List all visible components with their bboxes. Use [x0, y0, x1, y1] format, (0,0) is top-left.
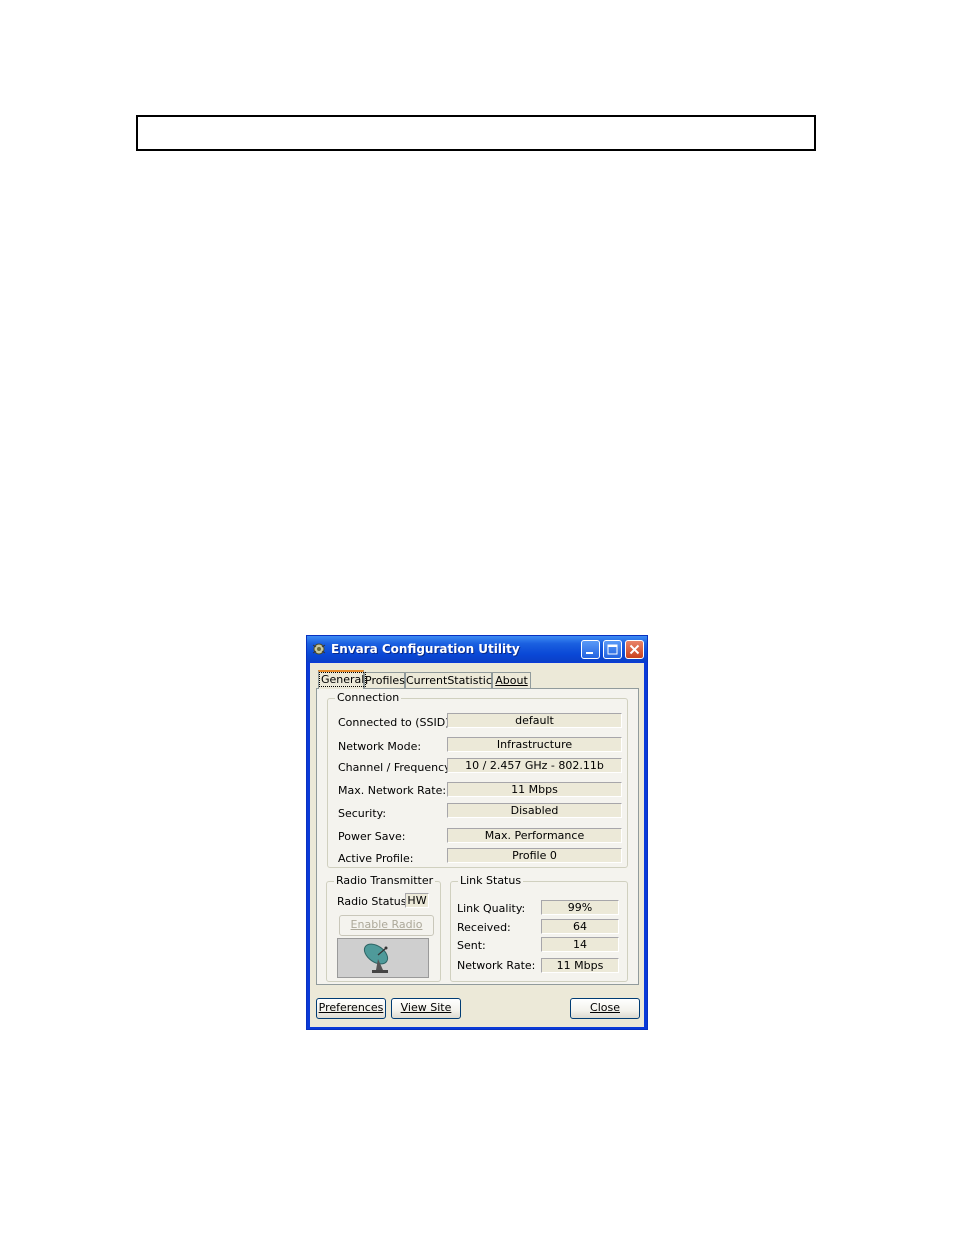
link-quality-label: Link Quality: — [457, 902, 526, 915]
page-header-box — [136, 115, 816, 151]
preferences-label: Preferences — [318, 1001, 384, 1014]
security-value: Disabled — [447, 803, 622, 818]
close-icon — [629, 644, 640, 655]
channel-frequency-label: Channel / Frequency: — [338, 761, 454, 774]
maximize-icon — [607, 644, 618, 655]
minimize-icon — [586, 652, 593, 654]
view-site-button[interactable]: View Site — [391, 998, 461, 1019]
tab-profiles-label: Profiles — [365, 674, 405, 687]
radio-image — [337, 938, 429, 978]
connection-group-title: Connection — [335, 691, 402, 705]
preferences-button[interactable]: Preferences — [316, 998, 386, 1019]
sent-label: Sent: — [457, 939, 486, 952]
app-icon — [312, 643, 326, 655]
enable-radio-button[interactable]: Enable Radio — [339, 915, 434, 936]
maximize-button[interactable] — [603, 640, 622, 659]
power-save-value: Max. Performance — [447, 828, 622, 843]
link-status-group: Link Status Link Quality: 99% Received: … — [450, 874, 628, 982]
link-status-title: Link Status — [458, 874, 524, 888]
link-quality-value: 99% — [541, 900, 619, 915]
tab-general-label: General — [319, 672, 367, 687]
tab-profiles[interactable]: Profiles — [364, 672, 405, 688]
received-value: 64 — [541, 919, 619, 934]
window-client-area: General Profiles CurrentStatistics About… — [310, 663, 644, 1027]
connection-group: Connection Connected to (SSID) default N… — [327, 691, 628, 868]
tab-general[interactable]: General — [318, 670, 367, 689]
view-site-label: View Site — [400, 1001, 452, 1014]
radio-status-label: Radio Status: — [337, 895, 411, 908]
configuration-window: Envara Configuration Utility General Pro… — [306, 635, 648, 1030]
network-mode-label: Network Mode: — [338, 740, 422, 753]
power-save-label: Power Save: — [338, 830, 406, 843]
active-profile-label: Active Profile: — [338, 852, 414, 865]
security-label: Security: — [338, 807, 387, 820]
ssid-label: Connected to (SSID) — [338, 716, 450, 729]
general-tab-panel: Connection Connected to (SSID) default N… — [316, 688, 639, 985]
channel-frequency-value: 10 / 2.457 GHz - 802.11b — [447, 758, 622, 773]
ssid-value: default — [447, 713, 622, 728]
tab-about-label: About — [495, 674, 528, 687]
radio-status-value: HW — [405, 893, 429, 908]
network-rate-label: Network Rate: — [457, 959, 536, 972]
received-label: Received: — [457, 921, 511, 934]
title-bar[interactable]: Envara Configuration Utility — [307, 636, 647, 662]
tab-current-statistics[interactable]: CurrentStatistics — [405, 672, 498, 688]
radio-transmitter-title: Radio Transmitter — [334, 874, 436, 888]
max-network-rate-label: Max. Network Rate: — [338, 784, 447, 797]
tab-about[interactable]: About — [492, 672, 531, 688]
radio-transmitter-group: Radio Transmitter Radio Status: HW Enabl… — [326, 874, 441, 982]
tab-current-statistics-label: CurrentStatistics — [406, 674, 498, 687]
close-label: Close — [590, 1001, 620, 1014]
network-mode-value: Infrastructure — [447, 737, 622, 752]
close-window-button[interactable] — [625, 640, 644, 659]
network-rate-value: 11 Mbps — [541, 958, 619, 973]
minimize-button[interactable] — [581, 640, 600, 659]
close-button[interactable]: Close — [570, 998, 640, 1019]
sent-value: 14 — [541, 937, 619, 952]
enable-radio-label: Enable Radio — [350, 918, 423, 931]
max-network-rate-value: 11 Mbps — [447, 782, 622, 797]
satellite-dish-icon — [363, 943, 389, 973]
window-title: Envara Configuration Utility — [331, 642, 520, 656]
active-profile-value: Profile 0 — [447, 848, 622, 863]
